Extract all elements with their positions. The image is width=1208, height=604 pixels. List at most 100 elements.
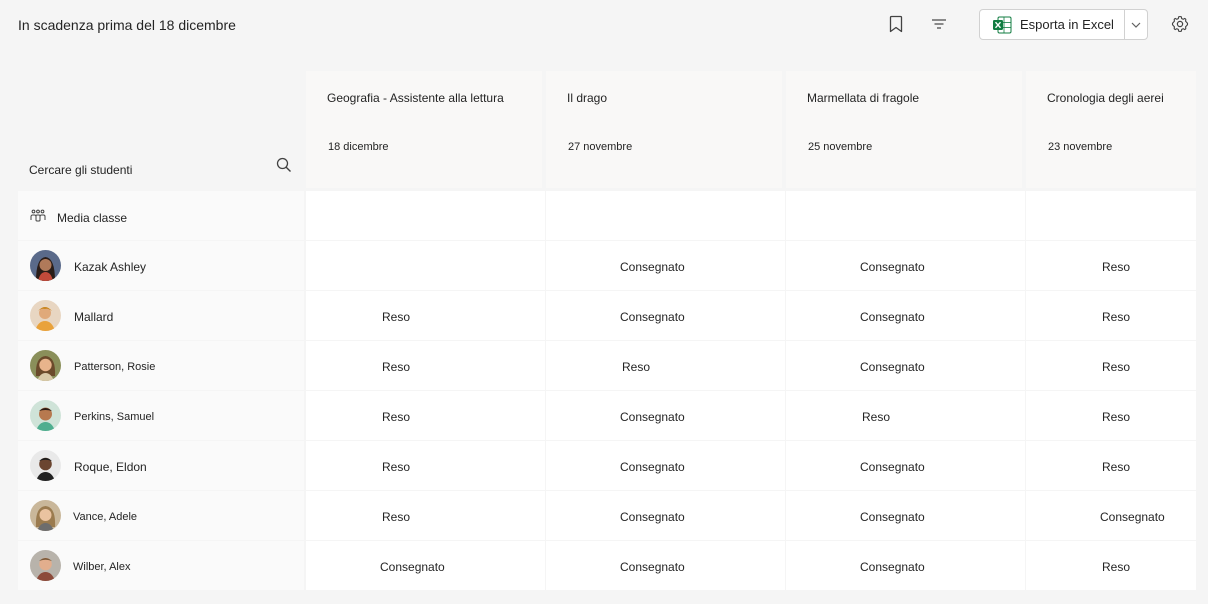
status-cell[interactable]: Consegnato xyxy=(306,541,545,590)
status-text: Reso xyxy=(382,310,411,324)
status-text: Reso xyxy=(622,360,651,374)
status-text: Consegnato xyxy=(1100,510,1165,524)
status-text: Reso xyxy=(1102,360,1131,374)
status-text: Reso xyxy=(382,510,411,524)
student-row[interactable]: Kazak Ashley xyxy=(18,241,304,290)
status-text: Consegnato xyxy=(620,460,685,474)
student-row[interactable]: Mallard xyxy=(18,291,304,340)
bookmark-button[interactable] xyxy=(882,10,910,38)
status-cell[interactable]: Reso xyxy=(306,441,545,490)
filter-button[interactable] xyxy=(925,10,953,38)
status-text: Reso xyxy=(862,410,891,424)
filter-icon xyxy=(932,19,946,29)
student-name: Mallard xyxy=(74,310,114,324)
assignment-header[interactable]: Cronologia degli aerei 23 novembre xyxy=(1026,71,1196,188)
assignment-header[interactable]: Marmellata di fragole 25 novembre xyxy=(786,71,1022,188)
avatar xyxy=(30,400,61,431)
export-excel-button[interactable]: Esporta in Excel xyxy=(980,10,1124,39)
student-row[interactable]: Roque, Eldon xyxy=(18,441,304,490)
status-cell[interactable]: Reso xyxy=(786,391,1025,440)
status-cell[interactable] xyxy=(306,241,545,290)
status-text: Reso xyxy=(1102,560,1131,574)
grade-cell[interactable] xyxy=(306,191,545,240)
assignment-due-date: 25 novembre xyxy=(808,141,873,153)
status-cell[interactable]: Reso xyxy=(1026,391,1196,440)
status-cell[interactable]: Reso xyxy=(1026,341,1196,390)
student-name: Kazak Ashley xyxy=(74,260,147,274)
status-cell[interactable]: Reso xyxy=(546,341,785,390)
chevron-down-icon xyxy=(1131,22,1141,28)
status-cell[interactable]: Consegnato xyxy=(546,541,785,590)
status-text: Consegnato xyxy=(860,260,925,274)
status-text: Reso xyxy=(1102,460,1131,474)
student-name: Wilber, Alex xyxy=(73,561,131,573)
student-name: Patterson, Rosie xyxy=(74,361,156,373)
status-cell[interactable]: Consegnato xyxy=(1026,491,1196,540)
gear-icon xyxy=(1171,15,1189,33)
status-cell[interactable]: Consegnato xyxy=(786,491,1025,540)
status-text: Reso xyxy=(382,360,411,374)
page-title: In scadenza prima del 18 dicembre xyxy=(18,17,236,33)
status-text: Consegnato xyxy=(860,560,925,574)
assignment-due-date: 27 novembre xyxy=(568,141,633,153)
status-cell[interactable]: Consegnato xyxy=(546,241,785,290)
status-text: Consegnato xyxy=(620,260,685,274)
status-cell[interactable]: Consegnato xyxy=(546,491,785,540)
assignment-header[interactable]: Geografia - Assistente alla lettura 18 d… xyxy=(306,71,542,188)
export-excel-label: Esporta in Excel xyxy=(1020,17,1114,32)
avatar xyxy=(30,450,61,481)
status-text: Reso xyxy=(1102,310,1131,324)
student-search xyxy=(18,152,304,188)
assignment-title: Marmellata di fragole xyxy=(807,91,920,105)
status-cell[interactable]: Reso xyxy=(1026,241,1196,290)
grade-cell[interactable] xyxy=(1026,191,1196,240)
status-text: Consegnato xyxy=(860,310,925,324)
status-cell[interactable]: Reso xyxy=(306,291,545,340)
status-text: Consegnato xyxy=(620,560,685,574)
status-cell[interactable]: Consegnato xyxy=(546,291,785,340)
status-cell[interactable]: Consegnato xyxy=(546,441,785,490)
status-cell[interactable]: Consegnato xyxy=(786,441,1025,490)
assignment-title: Geografia - Assistente alla lettura xyxy=(327,91,504,105)
status-cell[interactable]: Consegnato xyxy=(546,391,785,440)
student-row[interactable]: Patterson, Rosie xyxy=(18,341,304,390)
status-cell[interactable]: Reso xyxy=(1026,441,1196,490)
status-text: Consegnato xyxy=(380,560,445,574)
status-text: Reso xyxy=(382,460,411,474)
grade-cell[interactable] xyxy=(786,191,1025,240)
status-text: Consegnato xyxy=(860,460,925,474)
people-group-icon xyxy=(30,209,46,222)
student-name: Vance, Adele xyxy=(73,511,138,523)
status-text: Consegnato xyxy=(620,310,685,324)
avatar xyxy=(30,350,61,381)
export-options-button[interactable] xyxy=(1125,10,1147,39)
status-cell[interactable]: Consegnato xyxy=(786,541,1025,590)
student-row[interactable]: Wilber, Alex xyxy=(18,541,304,590)
status-text: Reso xyxy=(1102,260,1131,274)
status-cell[interactable]: Reso xyxy=(306,341,545,390)
status-cell[interactable]: Reso xyxy=(306,391,545,440)
avatar xyxy=(30,500,61,531)
status-cell[interactable]: Consegnato xyxy=(786,291,1025,340)
settings-button[interactable] xyxy=(1166,10,1194,38)
class-average-label: Media classe xyxy=(57,211,128,225)
avatar xyxy=(30,550,61,581)
status-text: Consegnato xyxy=(620,410,685,424)
status-text: Consegnato xyxy=(860,510,925,524)
search-input[interactable] xyxy=(18,152,304,188)
student-name: Roque, Eldon xyxy=(74,460,147,474)
avatar xyxy=(30,250,61,281)
status-cell[interactable]: Consegnato xyxy=(786,341,1025,390)
student-row[interactable]: Perkins, Samuel xyxy=(18,391,304,440)
status-cell[interactable]: Reso xyxy=(306,491,545,540)
status-cell[interactable]: Reso xyxy=(1026,541,1196,590)
search-icon[interactable] xyxy=(276,157,292,173)
status-cell[interactable]: Consegnato xyxy=(786,241,1025,290)
grade-cell[interactable] xyxy=(546,191,785,240)
avatar xyxy=(30,300,61,331)
student-name: Perkins, Samuel xyxy=(74,411,155,423)
student-row[interactable]: Vance, Adele xyxy=(18,491,304,540)
assignment-due-date: 23 novembre xyxy=(1048,141,1113,153)
status-cell[interactable]: Reso xyxy=(1026,291,1196,340)
assignment-header[interactable]: Il drago 27 novembre xyxy=(546,71,782,188)
